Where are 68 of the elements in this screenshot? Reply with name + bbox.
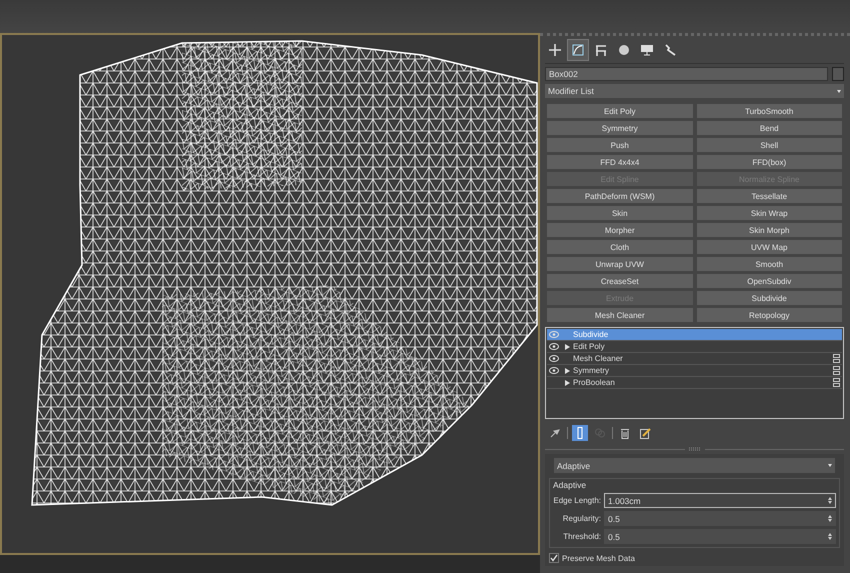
- stack-item[interactable]: Symmetry: [547, 365, 842, 377]
- spinner-field[interactable]: 1.003cm: [604, 493, 836, 508]
- pencil-sheet-icon: [640, 428, 650, 438]
- modifier-button[interactable]: CreaseSet: [547, 274, 692, 288]
- expand-arrow-icon: [564, 344, 570, 350]
- modifier-button[interactable]: Edit Poly: [547, 104, 692, 118]
- eye-icon: [549, 367, 559, 374]
- modify-tab[interactable]: [568, 40, 588, 60]
- modifier-button[interactable]: Morpher: [547, 223, 692, 237]
- stack-toggle-icon: [833, 354, 840, 363]
- caret-icon: [837, 90, 841, 92]
- modifier-button[interactable]: Symmetry: [547, 121, 692, 135]
- eye-icon: [549, 343, 559, 350]
- field-label: Regularity:: [562, 514, 601, 523]
- pin-icon: [550, 428, 560, 438]
- caret-icon: [828, 464, 832, 467]
- modifier-button[interactable]: FFD(box): [696, 155, 842, 169]
- eye-icon: [549, 355, 559, 362]
- stack-item[interactable]: Edit Poly: [547, 341, 842, 353]
- wrench-icon: [664, 44, 676, 56]
- stack-toggle-icon: [833, 366, 840, 375]
- checkbox-label: Preserve Mesh Data: [562, 554, 635, 562]
- modifier-button[interactable]: OpenSubdiv: [696, 274, 842, 288]
- spinner-arrows-icon: [828, 497, 832, 504]
- modifier-button[interactable]: FFD 4x4x4: [547, 155, 692, 169]
- modifier-button[interactable]: Subdivide: [696, 291, 842, 305]
- eye-icon: [549, 331, 559, 338]
- modifier-button[interactable]: Skin Morph: [696, 223, 842, 237]
- subdivide-mode-dropdown[interactable]: Adaptive: [554, 458, 835, 473]
- spinner-field[interactable]: 0.5: [604, 511, 836, 526]
- modifier-button[interactable]: TurboSmooth: [696, 104, 842, 118]
- circle-icon: [618, 44, 630, 56]
- field-label: Edge Length:: [553, 496, 601, 505]
- modifier-button[interactable]: Skin: [547, 206, 692, 220]
- modifier-button[interactable]: Bend: [696, 121, 842, 135]
- checkbox[interactable]: [549, 553, 559, 563]
- column-icon: [577, 427, 583, 439]
- stack-item[interactable]: Subdivide: [547, 329, 842, 341]
- stack-toggle-icon: [833, 378, 840, 387]
- end-result-tool-button[interactable]: [572, 425, 588, 441]
- modifier-button[interactable]: Shell: [696, 138, 842, 152]
- monitor-icon: [641, 44, 653, 56]
- object-name-field[interactable]: Box002: [545, 67, 828, 81]
- modifier-button[interactable]: Mesh Cleaner: [547, 308, 692, 322]
- modifier-button[interactable]: Retopology: [696, 308, 842, 322]
- spinner-field[interactable]: 0.5: [604, 529, 836, 544]
- modifier-button[interactable]: Push: [547, 138, 692, 152]
- modifier-button[interactable]: Smooth: [696, 257, 842, 271]
- modifier-button[interactable]: PathDeform (WSM): [547, 189, 692, 203]
- hierarchy-icon: [595, 44, 607, 56]
- modifier-button[interactable]: Tessellate: [696, 189, 842, 203]
- modifier-button[interactable]: UVW Map: [696, 240, 842, 254]
- curve-icon: [572, 44, 584, 56]
- field-label: Threshold:: [562, 532, 601, 541]
- check-icon: [550, 554, 558, 562]
- trash-icon: [621, 428, 629, 438]
- modifier-button[interactable]: Cloth: [547, 240, 692, 254]
- grip-icon: [688, 447, 700, 451]
- modifier-button[interactable]: Unwrap UVW: [547, 257, 692, 271]
- object-color-swatch[interactable]: [832, 67, 844, 81]
- group-title: Adaptive: [553, 480, 588, 490]
- spinner-arrows-icon: [828, 533, 832, 540]
- stack-item[interactable]: ProBoolean: [547, 377, 842, 389]
- modifier-list-dropdown[interactable]: Modifier List: [545, 84, 844, 98]
- stack-item[interactable]: Mesh Cleaner: [547, 353, 842, 365]
- plus-icon: [549, 44, 561, 56]
- modifier-button[interactable]: Skin Wrap: [696, 206, 842, 220]
- spinner-arrows-icon: [828, 515, 832, 522]
